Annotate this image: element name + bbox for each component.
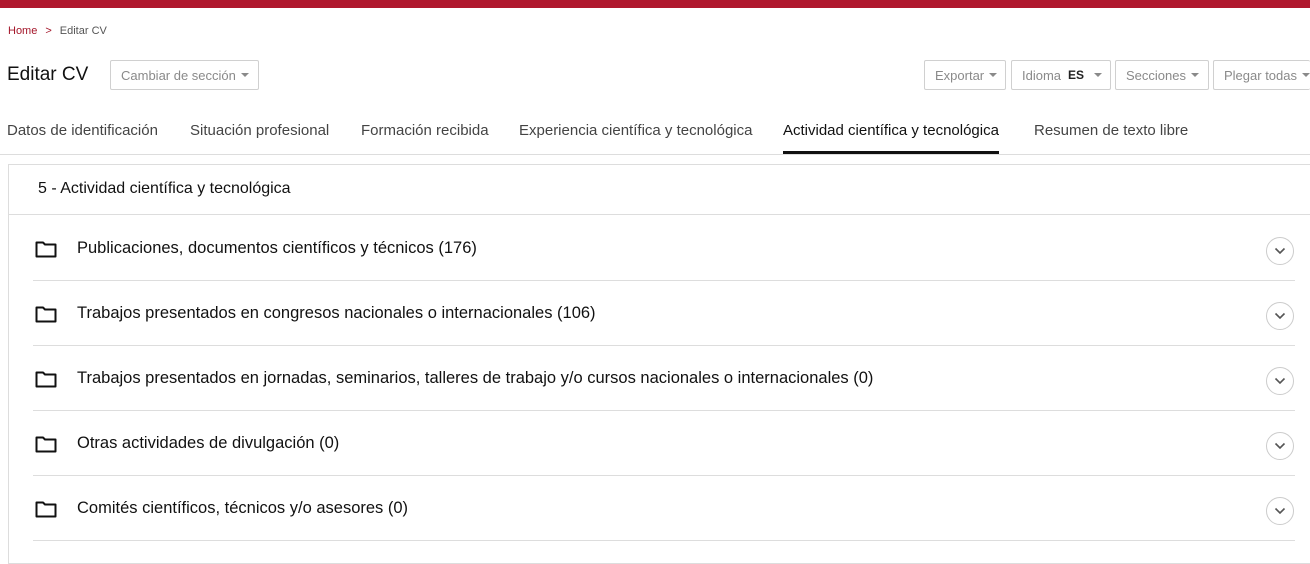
list-item-label: Comités científicos, técnicos y/o asesor… [77, 499, 409, 517]
breadcrumb-separator: > [45, 25, 52, 37]
export-label: Exportar [935, 67, 985, 83]
sections-dropdown[interactable]: Secciones [1115, 60, 1209, 90]
section-panel: 5 - Actividad científica y tecnológica P… [8, 164, 1310, 564]
tab-formacion-recibida[interactable]: Formación recibida [361, 122, 489, 154]
change-section-dropdown[interactable]: Cambiar de sección [110, 60, 259, 90]
brand-top-bar [0, 0, 1310, 8]
folder-icon [35, 436, 57, 453]
page-title: Editar CV [7, 64, 89, 85]
list-item-label: Trabajos presentados en jornadas, semina… [77, 369, 874, 387]
list-item-label: Otras actividades de divulgación (0) [77, 434, 340, 452]
chevron-down-icon[interactable] [1266, 302, 1294, 330]
section-title: 5 - Actividad científica y tecnológica [38, 180, 291, 197]
folder-icon [35, 371, 57, 388]
language-dropdown[interactable]: Idioma ES [1011, 60, 1111, 90]
list-item[interactable]: Publicaciones, documentos científicos y … [33, 216, 1295, 281]
caret-down-icon [240, 73, 249, 77]
list-item-label: Trabajos presentados en congresos nacion… [77, 304, 596, 322]
change-section-label: Cambiar de sección [121, 67, 236, 83]
section-tabs: Datos de identificación Situación profes… [0, 112, 1310, 155]
list-item[interactable]: Trabajos presentados en jornadas, semina… [33, 346, 1295, 411]
tab-experiencia-cientifica[interactable]: Experiencia científica y tecnológica [519, 122, 752, 154]
tab-actividad-cientifica[interactable]: Actividad científica y tecnológica [783, 122, 999, 154]
breadcrumb-current: Editar CV [59, 25, 107, 37]
folder-icon [35, 241, 57, 258]
tab-situacion-profesional[interactable]: Situación profesional [190, 122, 329, 154]
tab-datos-identificacion[interactable]: Datos de identificación [7, 122, 158, 154]
caret-down-icon [1094, 73, 1103, 77]
collapse-all-dropdown[interactable]: Plegar todas [1213, 60, 1310, 90]
list-item-label: Publicaciones, documentos científicos y … [77, 239, 477, 257]
breadcrumb-home-link[interactable]: Home [8, 25, 37, 37]
sections-label: Secciones [1126, 67, 1186, 83]
chevron-down-icon[interactable] [1266, 497, 1294, 525]
folder-icon [35, 501, 57, 518]
language-value: ES [1068, 68, 1085, 82]
chevron-down-icon[interactable] [1266, 237, 1294, 265]
language-label: Idioma [1022, 67, 1062, 83]
tab-resumen-texto-libre[interactable]: Resumen de texto libre [1034, 122, 1188, 154]
list-item[interactable]: Comités científicos, técnicos y/o asesor… [33, 476, 1295, 541]
section-header: 5 - Actividad científica y tecnológica [9, 165, 1310, 215]
chevron-down-icon[interactable] [1266, 367, 1294, 395]
folder-icon [35, 306, 57, 323]
chevron-down-icon[interactable] [1266, 432, 1294, 460]
export-dropdown[interactable]: Exportar [924, 60, 1006, 90]
caret-down-icon [1190, 73, 1199, 77]
collapse-all-label: Plegar todas [1224, 67, 1297, 83]
breadcrumb: Home > Editar CV [8, 25, 107, 37]
list-item[interactable]: Trabajos presentados en congresos nacion… [33, 281, 1295, 346]
caret-down-icon [989, 73, 998, 77]
list-item[interactable]: Otras actividades de divulgación (0) [33, 411, 1295, 476]
caret-down-icon [1302, 73, 1310, 77]
